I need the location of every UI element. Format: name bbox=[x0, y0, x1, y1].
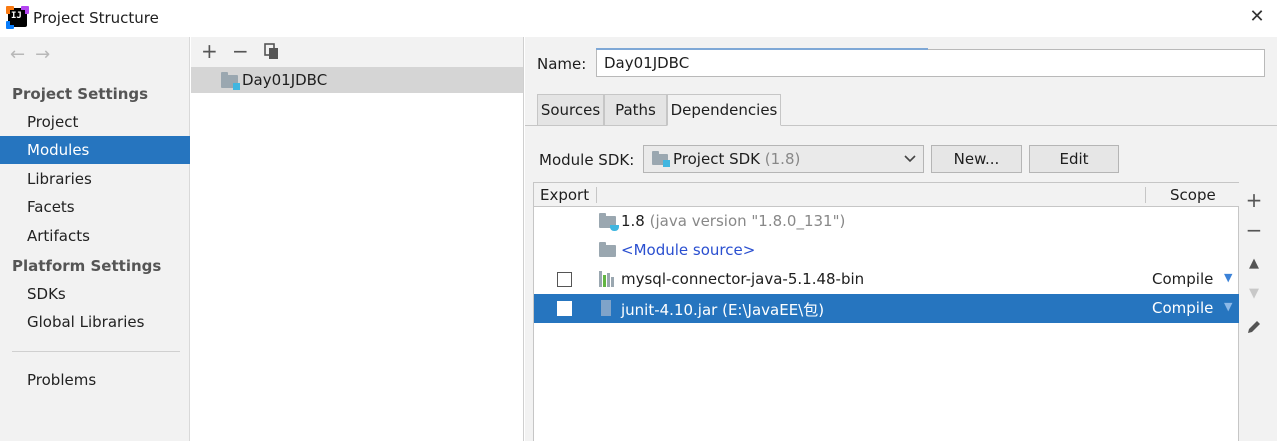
table-row[interactable]: 1.8 (java version "1.8.0_131") bbox=[534, 207, 1239, 236]
copy-icon[interactable] bbox=[264, 42, 280, 66]
scope-select[interactable]: Compile bbox=[1152, 270, 1213, 288]
table-header: Export Scope bbox=[534, 183, 1239, 207]
sidebar-item-problems[interactable]: Problems bbox=[0, 366, 190, 394]
move-up-button[interactable]: ▲ bbox=[1239, 256, 1269, 271]
window-title: Project Structure bbox=[33, 9, 159, 27]
table-row[interactable]: mysql-connector-java-5.1.48-bin Compile … bbox=[534, 265, 1239, 294]
remove-module-button[interactable]: − bbox=[232, 39, 249, 63]
settings-sidebar: ←→ Project Settings Project Modules Libr… bbox=[0, 37, 190, 441]
module-sdk-label: Module SDK: bbox=[539, 151, 635, 169]
new-sdk-button[interactable]: New... bbox=[931, 145, 1022, 173]
tabs-bar: Sources Paths Dependencies bbox=[525, 92, 1277, 126]
module-source-folder-icon bbox=[599, 242, 616, 257]
dropdown-arrow-icon[interactable]: ▼ bbox=[1224, 271, 1232, 284]
platform-settings-header: Platform Settings bbox=[12, 257, 162, 275]
dropdown-arrow-icon[interactable]: ▼ bbox=[1224, 300, 1232, 313]
modules-toolbar: + − bbox=[191, 37, 523, 67]
module-editor: Name: Day01JDBC Sources Paths Dependenci… bbox=[525, 37, 1277, 441]
edit-sdk-button[interactable]: Edit bbox=[1029, 145, 1119, 173]
project-settings-header: Project Settings bbox=[12, 85, 149, 103]
name-label: Name: bbox=[537, 55, 587, 73]
add-dependency-button[interactable]: + bbox=[1239, 188, 1269, 212]
sidebar-item-modules[interactable]: Modules bbox=[0, 136, 190, 164]
sidebar-item-sdks[interactable]: SDKs bbox=[0, 280, 190, 308]
intellij-app-icon: IJ bbox=[6, 6, 29, 29]
close-icon[interactable]: ✕ bbox=[1247, 7, 1267, 27]
module-sdk-value: Project SDK bbox=[673, 150, 760, 168]
arrow-right-icon[interactable]: → bbox=[35, 44, 60, 65]
dependency-name: junit-4.10.jar (E:\JavaEE\包) bbox=[621, 301, 825, 319]
column-export[interactable]: Export bbox=[540, 186, 589, 204]
sdk-folder-icon bbox=[652, 151, 670, 167]
dependencies-side-toolbar: + − ▲ ▼ bbox=[1239, 182, 1277, 441]
dependencies-table: Export Scope 1.8 (java version "1.8.0_13… bbox=[533, 182, 1239, 441]
sidebar-item-artifacts[interactable]: Artifacts bbox=[0, 222, 190, 250]
module-name-input[interactable]: Day01JDBC bbox=[596, 49, 1265, 77]
column-scope[interactable]: Scope bbox=[1170, 186, 1216, 204]
jdk-folder-icon bbox=[599, 213, 619, 231]
arrow-left-icon[interactable]: ← bbox=[10, 44, 35, 65]
export-checkbox[interactable] bbox=[557, 272, 572, 287]
table-row[interactable]: junit-4.10.jar (E:\JavaEE\包) Compile ▼ bbox=[534, 294, 1239, 323]
move-down-button[interactable]: ▼ bbox=[1239, 286, 1269, 301]
sidebar-item-libraries[interactable]: Libraries bbox=[0, 165, 190, 193]
library-icon bbox=[599, 271, 617, 287]
navigation-arrows[interactable]: ←→ bbox=[10, 44, 60, 65]
module-label: Day01JDBC bbox=[242, 71, 328, 89]
sidebar-divider bbox=[12, 351, 180, 352]
sidebar-item-global-libraries[interactable]: Global Libraries bbox=[0, 308, 190, 336]
export-checkbox[interactable] bbox=[557, 301, 572, 316]
module-sdk-select[interactable]: Project SDK (1.8) bbox=[643, 145, 924, 173]
dependency-name: mysql-connector-java-5.1.48-bin bbox=[621, 270, 865, 288]
module-sdk-version: (1.8) bbox=[764, 150, 801, 168]
dependency-name: <Module source> bbox=[621, 241, 756, 259]
sidebar-item-project[interactable]: Project bbox=[0, 108, 190, 136]
scope-select[interactable]: Compile bbox=[1152, 299, 1213, 317]
remove-dependency-button[interactable]: − bbox=[1239, 218, 1269, 242]
column-separator bbox=[1145, 187, 1146, 203]
module-item-day01jdbc[interactable]: Day01JDBC bbox=[191, 67, 523, 93]
chevron-down-icon bbox=[903, 146, 917, 181]
tab-dependencies[interactable]: Dependencies bbox=[667, 94, 781, 126]
name-input-focus-ring bbox=[596, 48, 928, 50]
modules-panel: + − Day01JDBC bbox=[191, 37, 524, 441]
pencil-icon[interactable] bbox=[1239, 317, 1269, 341]
dependency-name: 1.8 (java version "1.8.0_131") bbox=[621, 212, 846, 230]
tab-sources[interactable]: Sources bbox=[537, 94, 604, 126]
add-module-button[interactable]: + bbox=[201, 39, 218, 63]
column-separator bbox=[596, 187, 597, 203]
sidebar-item-facets[interactable]: Facets bbox=[0, 193, 190, 221]
table-row[interactable]: <Module source> bbox=[534, 236, 1239, 265]
tab-paths[interactable]: Paths bbox=[604, 94, 667, 126]
jar-icon bbox=[599, 300, 617, 316]
title-bar: IJ Project Structure ✕ bbox=[0, 0, 1277, 37]
module-folder-icon bbox=[221, 72, 240, 90]
